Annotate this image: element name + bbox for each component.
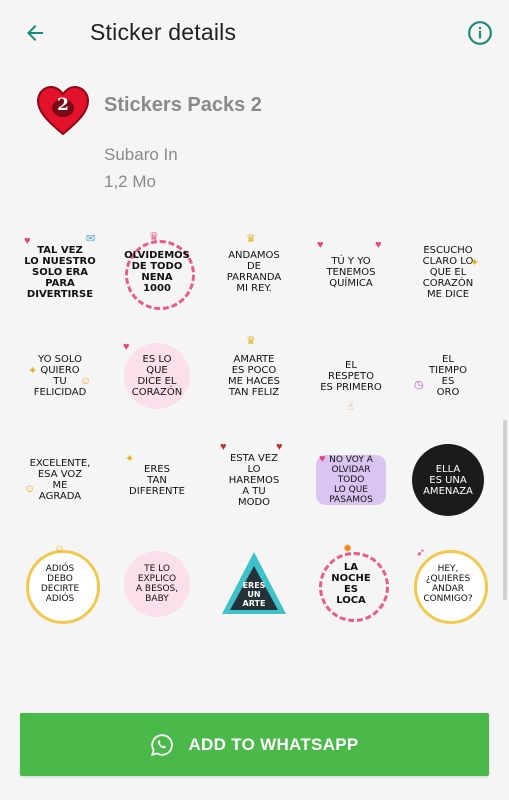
sticker-text: HEY, ¿QUIERES ANDAR CONMIGO? <box>423 564 473 604</box>
sticker-item[interactable]: ➶ HEY, ¿QUIERES ANDAR CONMIGO? <box>410 544 488 624</box>
sticker-text: ESTA VEZ LO HAREMOS A TU MODO <box>228 452 280 508</box>
sticker-text: EL TIEMPO ES ORO <box>429 354 467 398</box>
arrow-left-icon <box>27 25 43 41</box>
sticker-text: ANDAMOS DE PARRANDA MI REY. <box>226 250 282 294</box>
sticker-text: ADIÓS DEBO DECIRTE ADIÓS <box>40 564 80 604</box>
add-to-whatsapp-button[interactable]: ADD TO WHATSAPP <box>20 713 489 776</box>
sticker-text: ESCUCHO CLARO LO QUE EL CORAZÓN ME DICE <box>422 244 474 300</box>
sticker-item[interactable]: ♥ ♥ ESTA VEZ LO HAREMOS A TU MODO <box>216 440 292 520</box>
pack-tray-icon: 2 <box>36 84 90 138</box>
sticker-item[interactable]: ERES UN ARTE <box>216 544 292 624</box>
sticker-item[interactable]: ☝ EL RESPETO ES PRIMERO <box>313 336 389 416</box>
sticker-text: ERES UN ARTE <box>242 580 266 608</box>
page-title: Sticker details <box>90 19 237 45</box>
pack-icon-number: 2 <box>57 95 69 115</box>
app-bar: Sticker details <box>0 0 509 66</box>
sticker-text: TÚ Y YO TENEMOS QUÍMICA <box>326 255 376 289</box>
sticker-text: LA NOCHE ES LOCA <box>331 562 371 606</box>
sticker-item[interactable]: ♥ NO VOY A OLVIDAR TODO LO QUE PASAMOS <box>313 440 389 520</box>
info-icon <box>468 21 492 45</box>
sticker-item[interactable]: ☺ EXCELENTE, ESA VOZ ME AGRADA <box>22 440 98 520</box>
sticker-text: ERES TAN DIFERENTE <box>129 463 185 497</box>
back-button[interactable] <box>18 16 52 50</box>
sticker-item[interactable]: ♥ ♥ TÚ Y YO TENEMOS QUÍMICA <box>313 232 389 312</box>
scrollbar[interactable] <box>503 420 507 600</box>
sticker-text: OLVIDEMOS DE TODO NENA 1000 <box>124 250 190 294</box>
sticker-item[interactable]: ♛ ANDAMOS DE PARRANDA MI REY. <box>216 232 292 312</box>
sticker-text: AMARTE ES POCO ME HACES TAN FELIZ <box>228 354 280 398</box>
sticker-item[interactable]: ✦ ☺ YO SOLO QUIERO TU FELICIDAD <box>22 336 98 416</box>
pack-size: 1,2 Mo <box>104 172 156 191</box>
sticker-item[interactable]: ☺ ADIÓS DEBO DECIRTE ADIÓS <box>22 544 100 624</box>
sticker-text: TAL VEZ LO NUESTRO SOLO ERA PARA DIVERTI… <box>24 244 96 300</box>
sticker-text: ES LO QUE DICE EL CORAZÓN <box>131 354 183 398</box>
sticker-item[interactable]: ✦ ESCUCHO CLARO LO QUE EL CORAZÓN ME DIC… <box>410 232 486 312</box>
sticker-item[interactable]: ♛ OLVIDEMOS DE TODO NENA 1000 <box>119 232 195 312</box>
add-to-whatsapp-label: ADD TO WHATSAPP <box>188 734 359 754</box>
sticker-item[interactable]: ♛ AMARTE ES POCO ME HACES TAN FELIZ <box>216 336 292 416</box>
sticker-item[interactable]: TE LO EXPLICO A BESOS, BABY <box>119 544 195 624</box>
sticker-item[interactable]: ELLA ES UNA AMENAZA <box>410 440 486 520</box>
sticker-item[interactable]: ◷ EL TIEMPO ES ORO <box>410 336 486 416</box>
sticker-text: TE LO EXPLICO A BESOS, BABY <box>135 564 179 604</box>
sticker-item[interactable]: ✹ LA NOCHE ES LOCA <box>313 544 389 624</box>
info-button[interactable] <box>463 16 497 50</box>
sticker-text: EL RESPETO ES PRIMERO <box>320 359 382 393</box>
sticker-text: ELLA ES UNA AMENAZA <box>423 463 473 497</box>
sticker-text: YO SOLO QUIERO TU FELICIDAD <box>33 354 87 398</box>
sticker-item[interactable]: ♥ ✉ TAL VEZ LO NUESTRO SOLO ERA PARA DIV… <box>22 232 98 312</box>
sticker-text: EXCELENTE, ESA VOZ ME AGRADA <box>29 458 91 502</box>
whatsapp-icon <box>151 733 174 756</box>
pack-author: Subaro In <box>104 145 178 164</box>
sticker-item[interactable]: ✦ ERES TAN DIFERENTE <box>119 440 195 520</box>
pack-name: Stickers Packs 2 <box>104 94 262 116</box>
sticker-item[interactable]: ♥ ES LO QUE DICE EL CORAZÓN <box>119 336 195 416</box>
sticker-text: NO VOY A OLVIDAR TODO LO QUE PASAMOS <box>329 455 373 505</box>
sticker-grid: ♥ ✉ TAL VEZ LO NUESTRO SOLO ERA PARA DIV… <box>22 232 488 624</box>
